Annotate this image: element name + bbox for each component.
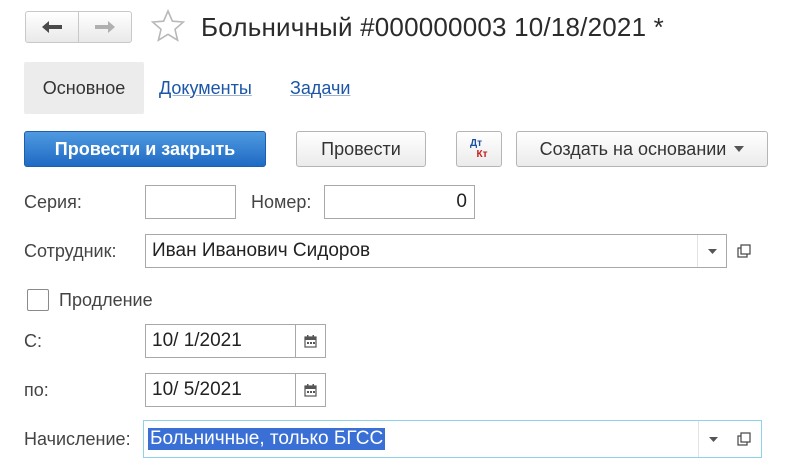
extension-checkbox-row[interactable]: Продление (27, 285, 153, 315)
create-based-on-label: Создать на основании (539, 138, 727, 159)
calendar-icon (304, 383, 317, 397)
to-calendar-button[interactable] (295, 373, 326, 407)
open-window-icon (737, 244, 751, 258)
series-label: Серия: (24, 191, 82, 212)
post-and-close-button[interactable]: Провести и закрыть (24, 131, 266, 167)
accrual-input[interactable]: Больничные, только БГСС (143, 420, 762, 458)
post-button[interactable]: Провести (296, 131, 426, 167)
from-date-input[interactable]: 10/ 1/2021 (145, 324, 296, 358)
forward-button[interactable] (78, 12, 131, 42)
arrow-right-icon (95, 21, 115, 33)
navigation-buttons (25, 11, 132, 43)
extension-checkbox[interactable] (27, 289, 49, 311)
favorite-button[interactable] (150, 8, 186, 44)
tab-tasks[interactable]: Задачи (290, 62, 350, 114)
page-title: Больничный #000000003 10/18/2021 * (201, 12, 664, 42)
from-label: С: (24, 330, 42, 351)
from-calendar-button[interactable] (295, 324, 326, 358)
dt-label: Дт (469, 138, 483, 149)
extension-label: Продление (59, 289, 153, 310)
chevron-down-icon (708, 436, 718, 442)
employee-label: Сотрудник: (24, 240, 117, 261)
tab-documents[interactable]: Документы (159, 62, 252, 114)
number-label: Номер: (251, 191, 312, 212)
number-input[interactable]: 0 (324, 185, 475, 219)
chevron-down-icon (707, 248, 717, 254)
series-input[interactable] (145, 185, 236, 219)
employee-open-button[interactable] (727, 234, 761, 268)
dt-kt-button[interactable]: Дт Кт (456, 131, 502, 167)
star-outline-icon (151, 9, 185, 42)
employee-dropdown-button[interactable] (697, 235, 726, 267)
accrual-dropdown-button[interactable] (698, 421, 727, 457)
kt-label: Кт (476, 149, 488, 160)
chevron-down-icon (734, 146, 745, 152)
arrow-left-icon (42, 21, 62, 33)
open-window-icon (737, 432, 751, 446)
employee-input[interactable]: Иван Иванович Сидоров (145, 234, 727, 268)
calendar-icon (304, 334, 317, 348)
accrual-label: Начисление: (24, 428, 131, 449)
accrual-open-button[interactable] (727, 422, 761, 456)
create-based-on-button[interactable]: Создать на основании (516, 131, 768, 167)
back-button[interactable] (26, 12, 78, 42)
to-label: по: (24, 379, 49, 400)
to-date-input[interactable]: 10/ 5/2021 (145, 373, 296, 407)
tab-main[interactable]: Основное (24, 62, 144, 114)
